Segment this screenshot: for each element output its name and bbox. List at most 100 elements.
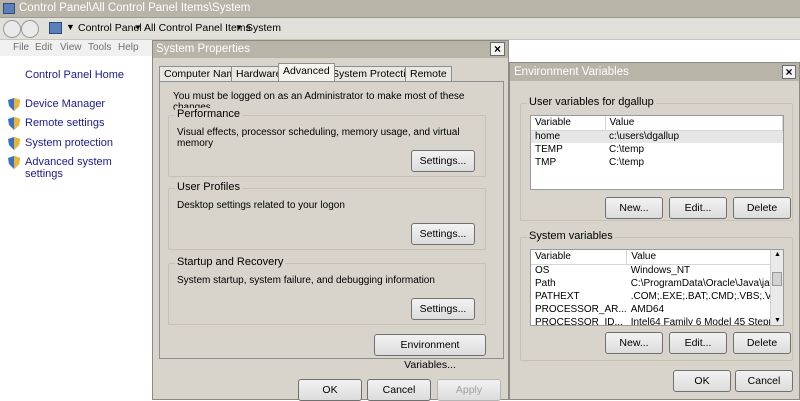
user-variables-group: User variables for dgallup Variable Valu…	[520, 96, 793, 221]
table-row[interactable]: OS Windows_NT	[531, 264, 783, 277]
shield-icon	[8, 117, 20, 130]
menu-tools[interactable]: Tools	[88, 42, 111, 53]
crumb-dropdown-icon[interactable]: ▼	[66, 22, 75, 32]
user-edit-button[interactable]: Edit...	[669, 197, 727, 219]
scrollbar-thumb[interactable]	[772, 272, 782, 286]
user-delete-button[interactable]: Delete	[733, 197, 791, 219]
col-value[interactable]: Value	[626, 250, 783, 265]
col-value[interactable]: Value	[605, 116, 783, 131]
user-new-button[interactable]: New...	[605, 197, 663, 219]
user-profiles-settings-button[interactable]: Settings...	[411, 223, 475, 245]
control-panel-home-link[interactable]: Control Panel Home	[25, 69, 124, 81]
system-delete-button[interactable]: Delete	[733, 332, 791, 354]
sysprops-ok-button[interactable]: OK	[298, 379, 362, 401]
shield-icon	[8, 137, 20, 150]
table-row[interactable]: home c:\users\dgallup	[531, 130, 783, 143]
col-variable[interactable]: Variable	[531, 250, 628, 265]
variable-value: c:\users\dgallup	[605, 130, 783, 143]
remote-settings-link[interactable]: Remote settings	[25, 117, 104, 129]
variable-name: OS	[535, 265, 550, 277]
system-variables-list[interactable]: Variable Value OS Windows_NT Path C:\Pro…	[530, 249, 784, 326]
variable-name: Path	[535, 278, 556, 289]
window-title: Control Panel\All Control Panel Items\Sy…	[19, 2, 251, 14]
control-panel-icon	[3, 3, 15, 14]
chevron-right-icon[interactable]: ▼	[235, 23, 243, 32]
menu-edit[interactable]: Edit	[35, 42, 52, 53]
breadcrumb-control-panel[interactable]: Control Panel	[78, 22, 142, 34]
startup-settings-button[interactable]: Settings...	[411, 298, 475, 320]
variable-value: Intel64 Family 6 Model 45 Stepping 7, G.…	[630, 317, 784, 326]
system-edit-button[interactable]: Edit...	[669, 332, 727, 354]
variable-name: PATHEXT	[535, 291, 580, 302]
envvars-cancel-button[interactable]: Cancel	[735, 370, 793, 392]
menu-bar: File Edit View Tools Help	[0, 40, 155, 56]
menu-help[interactable]: Help	[118, 42, 139, 53]
close-icon[interactable]: ×	[490, 42, 505, 56]
user-variables-label: User variables for dgallup	[527, 96, 656, 108]
variable-value: C:\temp	[609, 144, 645, 155]
variable-value: C:\temp	[609, 157, 645, 168]
sysprops-apply-button[interactable]: Apply	[437, 379, 501, 401]
col-variable[interactable]: Variable	[531, 116, 606, 131]
envvars-titlebar[interactable]: Environment Variables ×	[510, 63, 799, 81]
environment-variables-button[interactable]: Environment Variables...	[374, 334, 486, 371]
user-profiles-group: User Profiles Desktop settings related t…	[168, 181, 486, 250]
startup-recovery-desc: System startup, system failure, and debu…	[177, 275, 435, 286]
sysprops-cancel-button[interactable]: Cancel	[367, 379, 431, 401]
table-row[interactable]: TMP C:\temp	[531, 156, 783, 169]
tab-panel: You must be logged on as an Administrato…	[159, 81, 504, 371]
shield-icon	[8, 156, 20, 169]
breadcrumb-system[interactable]: System	[246, 22, 281, 34]
table-row[interactable]: TEMP C:\temp	[531, 143, 783, 156]
system-variables-label: System variables	[527, 230, 615, 242]
system-protection-link[interactable]: System protection	[25, 137, 113, 149]
performance-group: Performance Visual effects, processor sc…	[168, 108, 486, 177]
variable-name: home	[531, 130, 605, 143]
startup-recovery-label: Startup and Recovery	[175, 256, 286, 268]
user-profiles-label: User Profiles	[175, 181, 242, 193]
startup-recovery-group: Startup and Recovery System startup, sys…	[168, 256, 486, 325]
advanced-system-settings-link[interactable]: Advanced system settings	[25, 156, 152, 180]
variable-value: .COM;.EXE;.BAT;.CMD;.VBS;.VBE;.JS;.J...	[630, 291, 784, 302]
performance-label: Performance	[175, 108, 242, 120]
chevron-right-icon[interactable]: ▼	[134, 23, 142, 32]
envvars-title: Environment Variables	[514, 66, 629, 78]
table-row[interactable]: PROCESSOR_ID... Intel64 Family 6 Model 4…	[531, 316, 784, 326]
sysprops-titlebar[interactable]: System Properties ×	[153, 41, 508, 58]
menu-view[interactable]: View	[60, 42, 82, 53]
variable-name: TEMP	[535, 144, 563, 155]
explorer-titlebar: Control Panel\All Control Panel Items\Sy…	[0, 0, 800, 18]
table-row[interactable]: Path C:\ProgramData\Oracle\Java\javapath…	[531, 277, 783, 290]
device-manager-link[interactable]: Device Manager	[25, 98, 105, 110]
variable-name: PROCESSOR_ID...	[535, 317, 623, 326]
system-properties-dialog: System Properties × Computer Name Hardwa…	[152, 40, 509, 401]
performance-desc: Visual effects, processor scheduling, me…	[177, 127, 460, 149]
variable-value: C:\ProgramData\Oracle\Java\javapath;...	[630, 278, 783, 289]
menu-file[interactable]: File	[13, 42, 29, 53]
user-profiles-desc: Desktop settings related to your logon	[177, 200, 345, 211]
shield-icon	[8, 98, 20, 111]
envvars-ok-button[interactable]: OK	[673, 370, 731, 392]
user-variables-table: Variable Value home c:\users\dgallup TEM…	[531, 116, 783, 169]
address-toolbar: ▼ Control Panel ▼ All Control Panel Item…	[0, 18, 800, 40]
scroll-up-icon[interactable]: ▲	[774, 251, 781, 258]
variable-value: Windows_NT	[630, 265, 691, 277]
variable-value: AMD64	[630, 304, 665, 315]
table-row[interactable]: PATHEXT .COM;.EXE;.BAT;.CMD;.VBS;.VBE;.J…	[531, 290, 784, 303]
system-variables-table: Variable Value OS Windows_NT Path C:\Pro…	[531, 250, 784, 326]
performance-settings-button[interactable]: Settings...	[411, 150, 475, 172]
vertical-scrollbar[interactable]: ▲ ▼	[770, 250, 783, 325]
tab-remote[interactable]: Remote	[405, 66, 452, 81]
scroll-down-icon[interactable]: ▼	[774, 317, 781, 324]
variable-name: PROCESSOR_AR...	[535, 304, 627, 315]
user-variables-list[interactable]: Variable Value home c:\users\dgallup TEM…	[530, 115, 784, 190]
back-button[interactable]	[3, 20, 21, 38]
variable-name: TMP	[535, 157, 557, 168]
environment-variables-dialog: Environment Variables × User variables f…	[509, 62, 800, 400]
close-icon[interactable]: ×	[782, 65, 796, 79]
left-nav: Control Panel Home Device Manager Remote…	[0, 56, 152, 400]
table-row[interactable]: PROCESSOR_AR... AMD64	[531, 303, 783, 316]
tab-advanced[interactable]: Advanced	[278, 63, 335, 81]
forward-button[interactable]	[21, 20, 39, 38]
system-new-button[interactable]: New...	[605, 332, 663, 354]
